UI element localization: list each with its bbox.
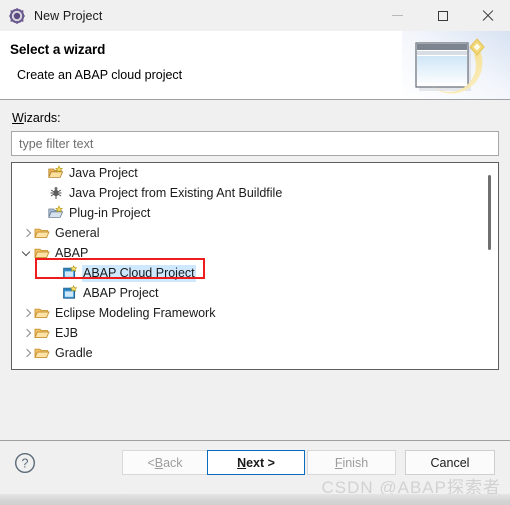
tree-item-label: Plug-in Project: [69, 205, 151, 220]
tree-item[interactable]: ABAP Project: [12, 283, 482, 303]
eclipse-wizard-icon: [9, 7, 25, 24]
folder-icon: [34, 245, 50, 261]
close-icon: [482, 10, 494, 22]
tree-item[interactable]: Plug-in Project: [12, 203, 482, 223]
dialog-header: Select a wizard Create an ABAP cloud pro…: [0, 31, 510, 100]
tree-item-label: ABAP Cloud Project: [82, 264, 196, 282]
next-button-suffix: ext >: [246, 455, 275, 470]
next-button-mnemonic: N: [237, 455, 247, 470]
folder-icon: [34, 325, 50, 341]
cancel-button-suffix: Cancel: [430, 455, 470, 470]
finish-button-suffix: inish: [342, 455, 369, 470]
tree-item-label: EJB: [55, 325, 78, 340]
tree-item[interactable]: General: [12, 223, 482, 243]
ant-buildfile-icon: [48, 185, 64, 201]
vertical-scrollbar[interactable]: [481, 163, 498, 369]
abap-project-icon: [62, 265, 78, 281]
maximize-icon: [437, 10, 448, 21]
tree-item-label: Eclipse Modeling Framework: [55, 305, 216, 320]
filter-input[interactable]: [11, 131, 499, 156]
page-title: Select a wizard: [10, 42, 106, 57]
wizards-label: Wizards:: [12, 111, 61, 125]
tree-item-label: ABAP Project: [83, 285, 159, 300]
tree-item[interactable]: EJB: [12, 323, 482, 343]
folder-icon: [34, 345, 50, 361]
wizard-banner-icon: [402, 31, 510, 99]
maximize-button[interactable]: [420, 0, 465, 31]
tree-item[interactable]: Java Project: [12, 163, 482, 183]
folder-icon: [34, 305, 50, 321]
abap-project-icon: [62, 285, 78, 301]
tree-item[interactable]: Java Project from Existing Ant Buildfile: [12, 183, 482, 203]
back-button-prefix: <: [147, 455, 155, 470]
chevron-right-icon[interactable]: [18, 303, 34, 323]
finish-button[interactable]: Finish: [307, 450, 396, 475]
tree-item-label: General: [55, 225, 100, 240]
back-button-mnemonic: B: [154, 455, 164, 470]
tree-item-label: Java Project from Existing Ant Buildfile: [69, 185, 283, 200]
page-description: Create an ABAP cloud project: [17, 68, 183, 82]
tree-item[interactable]: ABAP: [12, 243, 482, 263]
tree-item-label: ABAP: [55, 245, 89, 260]
cancel-button[interactable]: Cancel: [405, 450, 495, 475]
tree-item[interactable]: ABAP Cloud Project: [12, 263, 482, 283]
back-button[interactable]: < Back: [122, 450, 208, 475]
bottom-shade: [0, 494, 510, 505]
title-bar[interactable]: New Project: [0, 0, 510, 31]
close-button[interactable]: [465, 0, 510, 31]
folder-icon: [34, 225, 50, 241]
wizard-tree[interactable]: Java Project Java Project from Existing A…: [11, 162, 499, 370]
chevron-right-icon[interactable]: [18, 343, 34, 363]
wizards-label-rest: izards:: [23, 111, 61, 125]
chevron-down-icon[interactable]: [18, 243, 34, 263]
tree-item[interactable]: Gradle: [12, 343, 482, 363]
new-project-dialog: New Project Select a wizard Create an AB…: [0, 0, 510, 505]
plugin-project-icon: [48, 205, 64, 221]
help-icon[interactable]: ?: [14, 452, 36, 474]
wizards-label-mnemonic: W: [12, 111, 24, 125]
chevron-right-icon[interactable]: [18, 323, 34, 343]
chevron-right-icon[interactable]: [18, 223, 34, 243]
finish-button-mnemonic: F: [334, 455, 343, 470]
java-project-icon: [48, 165, 64, 181]
window-title: New Project: [34, 8, 103, 23]
svg-text:?: ?: [22, 457, 29, 471]
tree-item-label: Gradle: [55, 345, 93, 360]
minimize-button[interactable]: [375, 0, 420, 31]
tree-item[interactable]: Eclipse Modeling Framework: [12, 303, 482, 323]
window-controls: [375, 0, 510, 31]
minimize-icon: [392, 15, 403, 16]
next-button[interactable]: Next >: [207, 450, 305, 475]
wizard-tree-rows: Java Project Java Project from Existing A…: [12, 163, 482, 369]
scrollbar-thumb[interactable]: [488, 175, 491, 250]
back-button-suffix: ack: [163, 455, 183, 470]
tree-item-label: Java Project: [69, 165, 138, 180]
